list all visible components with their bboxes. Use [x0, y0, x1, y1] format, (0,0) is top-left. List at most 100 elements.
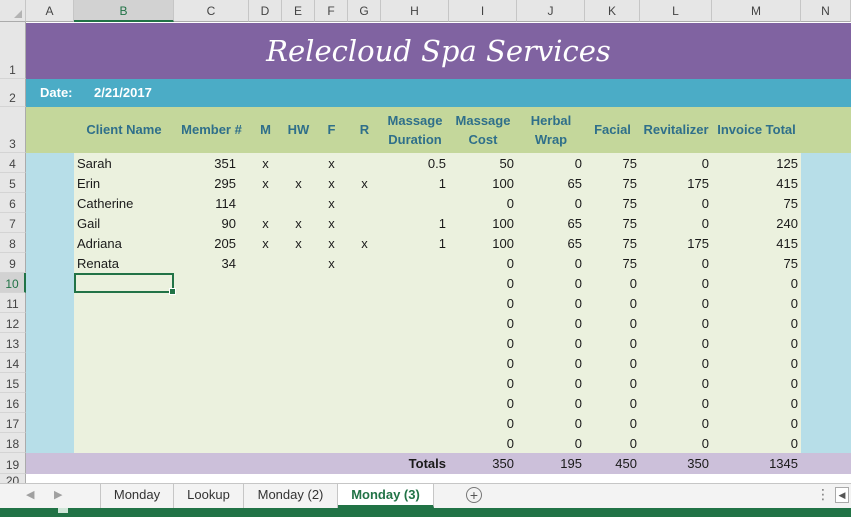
cell-revit[interactable]: 0: [640, 214, 712, 234]
cell-hw[interactable]: [282, 314, 315, 334]
cell-name[interactable]: [74, 374, 174, 394]
column-header-n[interactable]: N: [801, 0, 851, 22]
header-herbal-wrap-line1[interactable]: Herbal: [517, 111, 585, 131]
cell-r[interactable]: [348, 254, 381, 274]
cell-f[interactable]: [315, 334, 348, 354]
row-header-2[interactable]: 2: [0, 79, 26, 107]
cell-name[interactable]: Catherine: [74, 194, 174, 214]
cell-duration[interactable]: [381, 374, 449, 394]
row-header-18[interactable]: 18: [0, 433, 26, 453]
cell-total[interactable]: 0: [712, 434, 801, 454]
add-sheet-icon[interactable]: +: [466, 487, 482, 503]
row-header-11[interactable]: 11: [0, 293, 26, 313]
cell-hw[interactable]: x: [282, 214, 315, 234]
cell-hw[interactable]: [282, 194, 315, 214]
cell-r[interactable]: x: [348, 174, 381, 194]
cell-mcost[interactable]: 0: [449, 434, 517, 454]
cell-name[interactable]: [74, 314, 174, 334]
cell-name[interactable]: [74, 334, 174, 354]
row-header-4[interactable]: 4: [0, 153, 26, 173]
totals-herbal-wrap[interactable]: 195: [517, 454, 585, 474]
cell-total[interactable]: 415: [712, 174, 801, 194]
cell-facial[interactable]: 75: [585, 174, 640, 194]
header-invoice-total[interactable]: Invoice Total: [712, 120, 801, 140]
cell-wrap[interactable]: 0: [517, 194, 585, 214]
cell-facial[interactable]: 75: [585, 254, 640, 274]
cell-name[interactable]: [74, 414, 174, 434]
cell-wrap[interactable]: 65: [517, 174, 585, 194]
cell-r[interactable]: [348, 374, 381, 394]
cell-facial[interactable]: 0: [585, 354, 640, 374]
header-client-name[interactable]: Client Name: [74, 120, 174, 140]
column-header-e[interactable]: E: [282, 0, 315, 22]
row-header-16[interactable]: 16: [0, 393, 26, 413]
cell-mcost[interactable]: 50: [449, 154, 517, 174]
cell-m[interactable]: x: [249, 174, 282, 194]
cell-duration[interactable]: [381, 314, 449, 334]
header-massage-cost-line1[interactable]: Massage: [449, 111, 517, 131]
column-header-h[interactable]: H: [381, 0, 449, 22]
cell-f[interactable]: x: [315, 254, 348, 274]
cell-wrap[interactable]: 0: [517, 374, 585, 394]
column-header-g[interactable]: G: [348, 0, 381, 22]
cell-facial[interactable]: 75: [585, 194, 640, 214]
cell-duration[interactable]: [381, 434, 449, 454]
more-options-icon[interactable]: ⋮: [816, 486, 830, 503]
cell-duration[interactable]: [381, 414, 449, 434]
column-header-f[interactable]: F: [315, 0, 348, 22]
totals-massage-cost[interactable]: 350: [449, 454, 517, 474]
cell-total[interactable]: 0: [712, 294, 801, 314]
cell-name[interactable]: [74, 434, 174, 454]
cell-f[interactable]: x: [315, 194, 348, 214]
cell-hw[interactable]: [282, 354, 315, 374]
cell-name[interactable]: Adriana: [74, 234, 174, 254]
header-r[interactable]: R: [348, 120, 381, 140]
cell-m[interactable]: [249, 354, 282, 374]
row-header-15[interactable]: 15: [0, 373, 26, 393]
cell-f[interactable]: x: [315, 234, 348, 254]
cell-member[interactable]: [174, 314, 239, 334]
cell-hw[interactable]: [282, 294, 315, 314]
column-header-l[interactable]: L: [640, 0, 712, 22]
cell-r[interactable]: [348, 214, 381, 234]
row-header-1[interactable]: 1: [0, 22, 26, 79]
cell-m[interactable]: [249, 274, 282, 294]
cell-member[interactable]: [174, 414, 239, 434]
cell-duration[interactable]: [381, 194, 449, 214]
cell-hw[interactable]: [282, 394, 315, 414]
row-header-10[interactable]: 10: [0, 273, 26, 293]
cell-revit[interactable]: 175: [640, 174, 712, 194]
cell-name[interactable]: [74, 294, 174, 314]
row-header-6[interactable]: 6: [0, 193, 26, 213]
cell-m[interactable]: [249, 194, 282, 214]
cell-f[interactable]: x: [315, 174, 348, 194]
cell-m[interactable]: [249, 374, 282, 394]
cell-mcost[interactable]: 0: [449, 374, 517, 394]
cell-r[interactable]: [348, 394, 381, 414]
cell-r[interactable]: [348, 314, 381, 334]
cell-mcost[interactable]: 0: [449, 354, 517, 374]
cell-mcost[interactable]: 0: [449, 394, 517, 414]
header-hw[interactable]: HW: [282, 120, 315, 140]
cell-member[interactable]: 205: [174, 234, 239, 254]
cell-r[interactable]: [348, 154, 381, 174]
row-header-20[interactable]: 20: [0, 474, 26, 483]
cell-mcost[interactable]: 100: [449, 234, 517, 254]
column-header-c[interactable]: C: [174, 0, 249, 22]
cell-r[interactable]: [348, 274, 381, 294]
cell-member[interactable]: 295: [174, 174, 239, 194]
cell-duration[interactable]: [381, 274, 449, 294]
cell-f[interactable]: x: [315, 154, 348, 174]
cell-duration[interactable]: 0.5: [381, 154, 449, 174]
cell-wrap[interactable]: 0: [517, 334, 585, 354]
cell-total[interactable]: 0: [712, 414, 801, 434]
cell-name[interactable]: Gail: [74, 214, 174, 234]
cell-revit[interactable]: 0: [640, 434, 712, 454]
cell-total[interactable]: 0: [712, 314, 801, 334]
cell-r[interactable]: [348, 354, 381, 374]
cell-facial[interactable]: 75: [585, 214, 640, 234]
cell-wrap[interactable]: 0: [517, 294, 585, 314]
column-header-k[interactable]: K: [585, 0, 640, 22]
cell-total[interactable]: 125: [712, 154, 801, 174]
cell-facial[interactable]: 0: [585, 414, 640, 434]
